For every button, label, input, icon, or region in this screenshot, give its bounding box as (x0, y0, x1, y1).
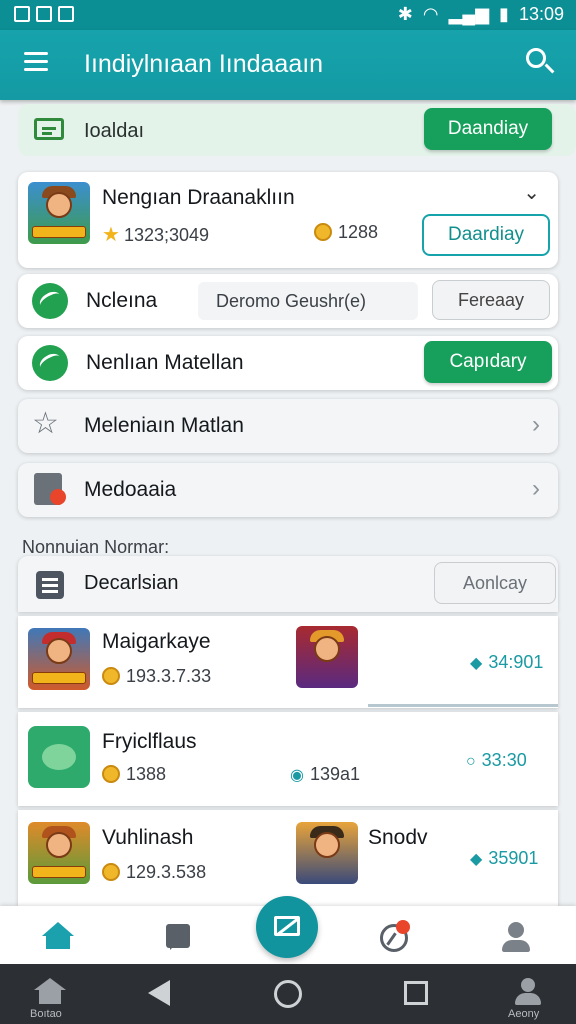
chevron-right-icon: › (532, 411, 540, 438)
chevron-right-icon: › (532, 475, 540, 502)
progress-bar (368, 704, 558, 707)
list-icon (36, 571, 64, 599)
game-thumbnail (28, 822, 90, 884)
sim-icon (36, 6, 52, 22)
notification-icon (14, 6, 30, 22)
coin-icon (102, 667, 120, 685)
compose-icon[interactable] (256, 896, 318, 958)
row-medoaaia[interactable]: Medoaaia › (18, 463, 558, 517)
row-field-text: Deromo Geushr(e) (216, 291, 367, 311)
game-badge: ◆ 35901 (470, 848, 539, 868)
coin-icon (102, 765, 120, 783)
row-label: Meleniaın Matlan (84, 414, 244, 437)
leaf-icon (32, 345, 68, 381)
row-button[interactable]: Fereaay (432, 280, 550, 320)
status-left-icons (14, 6, 74, 22)
game-title: Vuhlinash (102, 826, 194, 849)
collapse-icon[interactable]: ⌄ (523, 180, 540, 205)
menu-icon[interactable] (24, 52, 48, 72)
game-row-3[interactable]: Vuhlinash 129.3.538 Snodv ◆ 35901 (18, 810, 558, 906)
row-melenian[interactable]: ☆ Meleniaın Matlan › (18, 399, 558, 453)
list-button[interactable]: Aonlcay (434, 562, 556, 604)
timer-icon: ◉ (290, 767, 304, 784)
status-time: 13:09 (518, 4, 564, 24)
document-icon (34, 118, 64, 140)
status-right: ✱ ◠ ▂▄▆ ▮ 13:09 (398, 4, 564, 25)
system-home-label: Boıtao (30, 1008, 62, 1020)
coin-icon (314, 223, 332, 241)
photo-icon (58, 6, 74, 22)
row-button[interactable]: Capıdary (424, 341, 552, 383)
app-bar: Iındiylnıaan Iındaaaın (0, 30, 576, 100)
home-button-icon[interactable] (274, 980, 302, 1008)
back-icon[interactable] (148, 980, 170, 1006)
game-second-title: Snodv (368, 826, 428, 849)
row-ncleina[interactable]: Ncleına Deromo Geushr(e) Fereaay (18, 274, 558, 328)
game-sub: 193.3.7.33 (102, 666, 211, 687)
featured-title: Nengıan Draanaklıın (102, 186, 295, 209)
section-title: Nonnuian Normar: (22, 537, 170, 557)
tag-icon: ◆ (470, 655, 483, 672)
system-home-icon[interactable] (34, 978, 66, 1006)
game-title: Fryiclflaus (102, 730, 197, 753)
star-outline-icon: ☆ (32, 407, 59, 440)
game-thumbnail-2 (296, 822, 358, 884)
bluetooth-icon: ✱ (397, 4, 413, 24)
banner-button[interactable]: Daandiay (424, 108, 552, 150)
game-badge: ◆ 34:901 (470, 652, 544, 672)
game-thumbnail (28, 628, 90, 690)
bookmark-icon (34, 473, 66, 505)
list-label: Decarlsian (84, 572, 179, 594)
clock-icon: ○ (466, 753, 476, 770)
chat-icon[interactable] (156, 916, 200, 956)
compass-icon[interactable] (372, 916, 416, 956)
tag-icon: ◆ (470, 851, 483, 868)
wifi-icon: ◠ (422, 4, 439, 24)
game-row-2[interactable]: Fryiclflaus 1388 ◉ 139a1 ○ 33:30 (18, 712, 558, 806)
recents-icon[interactable] (404, 981, 428, 1005)
signal-icon: ▂▄▆ (448, 4, 490, 24)
status-bar: ✱ ◠ ▂▄▆ ▮ 13:09 (0, 0, 576, 30)
star-icon: ★ (102, 224, 120, 246)
row-label: Nenlıan Matellan (86, 351, 244, 374)
game-title: Maigarkaye (102, 630, 211, 653)
game-sub: 129.3.538 (102, 862, 206, 883)
row-label: Medoaaia (84, 478, 177, 501)
battery-icon: ▮ (499, 4, 509, 24)
coin-icon (102, 863, 120, 881)
search-icon[interactable] (526, 48, 556, 78)
row-field[interactable]: Deromo Geushr(e) (198, 282, 418, 320)
banner: Ioaldaı Daandiay (18, 104, 576, 156)
game-badge: ○ 33:30 (466, 750, 527, 770)
system-profile-icon[interactable] (512, 978, 544, 1006)
system-profile-label: Aeony (508, 1008, 540, 1020)
featured-card[interactable]: Nengıan Draanaklıın ★ 1323;3049 1288 ⌄ Da… (18, 172, 558, 268)
list-header: Decarlsian Aonlcay (18, 556, 558, 612)
page-title: Iındiylnıaan Iındaaaın (84, 50, 324, 78)
game-thumbnail-2 (296, 626, 358, 688)
row-nenlian[interactable]: Nenlıan Matellan Capıdary (18, 336, 558, 390)
leaf-icon (32, 283, 68, 319)
game-thumbnail (28, 182, 90, 244)
featured-stars: ★ 1323;3049 (102, 224, 210, 246)
banner-label: Ioaldaı (84, 120, 145, 142)
game-sub: 1388 (102, 764, 166, 785)
home-icon[interactable] (36, 916, 80, 956)
featured-coins: 1288 (314, 222, 378, 243)
game-mid-badge: ◉ 139a1 (290, 764, 361, 784)
profile-icon[interactable] (494, 916, 538, 956)
game-thumbnail (28, 726, 90, 788)
game-row-1[interactable]: Maigarkaye 193.3.7.33 ◆ 34:901 (18, 616, 558, 708)
system-nav: Boıtao Aeony (0, 964, 576, 1024)
featured-button[interactable]: Daardiay (422, 214, 550, 256)
row-label: Ncleına (86, 289, 158, 312)
